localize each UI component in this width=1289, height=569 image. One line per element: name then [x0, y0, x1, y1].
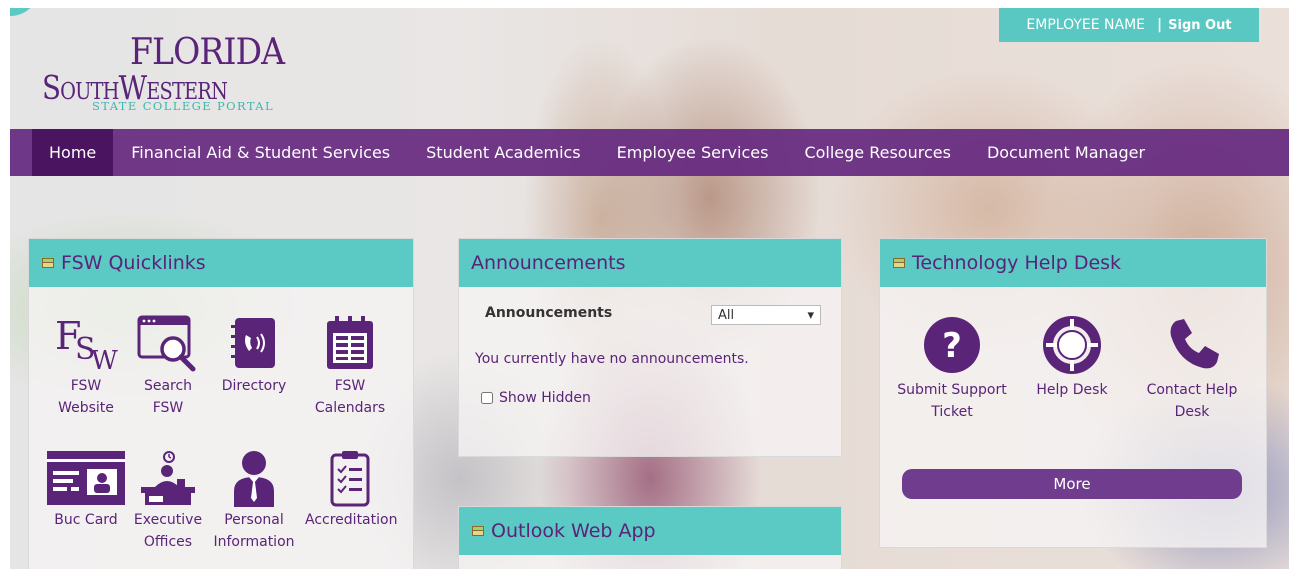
quicklinks-panel: FSW Quicklinks F S W FSW Website Search … [28, 238, 414, 569]
show-hidden-option[interactable]: Show Hidden [481, 390, 591, 406]
outlook-header: Outlook Web App [459, 507, 841, 555]
helpdesk-submit-ticket[interactable]: ? Submit Support Ticket [890, 315, 1014, 423]
helpdesk-title: Technology Help Desk [912, 252, 1122, 274]
helpdesk-header: Technology Help Desk [880, 239, 1266, 287]
quicklink-personal-information[interactable]: Personal Information [209, 449, 299, 553]
calendar-icon [327, 316, 373, 369]
helpdesk-help-desk[interactable]: Help Desk [1010, 315, 1134, 401]
user-bar: EMPLOYEE NAME | Sign Out [999, 8, 1259, 42]
clipboard-icon [330, 451, 370, 507]
phone-icon [1170, 319, 1219, 369]
quicklink-label: Offices [143, 534, 193, 550]
quicklink-fsw-calendars[interactable]: FSW Calendars [305, 313, 395, 419]
nav-item-college-resources[interactable]: College Resources [786, 129, 969, 176]
helpdesk-contact[interactable]: Contact Help Desk [1130, 315, 1254, 423]
main-nav: Home Financial Aid & Student Services St… [10, 129, 1289, 176]
more-button[interactable]: More [902, 469, 1242, 499]
svg-text:W: W [91, 346, 118, 373]
search-window-icon [137, 315, 196, 372]
quicklink-label: Calendars [314, 400, 386, 416]
announcements-title: Announcements [471, 252, 626, 274]
portlet-icon [893, 258, 905, 268]
quicklink-label: Personal [224, 512, 284, 528]
person-icon [234, 451, 274, 507]
lifebuoy-icon [1043, 316, 1101, 374]
outlook-title: Outlook Web App [491, 520, 656, 542]
announcements-label: Announcements [485, 305, 613, 321]
corner-decoration [10, 8, 40, 16]
quicklink-label: FSW [70, 378, 102, 394]
svg-text:?: ? [942, 326, 962, 366]
quicklink-label: FSW [334, 378, 366, 394]
show-hidden-label: Show Hidden [499, 390, 591, 406]
quicklink-label: Accreditation [305, 512, 398, 528]
quicklinks-title: FSW Quicklinks [61, 252, 206, 274]
quicklinks-header: FSW Quicklinks [29, 239, 413, 287]
helpdesk-item-label: Help Desk [1036, 382, 1108, 398]
quicklink-label: Website [58, 400, 114, 416]
show-hidden-checkbox[interactable] [481, 392, 493, 404]
portlet-icon [472, 526, 484, 536]
logo-line1: FLORIDA [130, 32, 285, 73]
announcements-empty-message: You currently have no announcements. [475, 351, 749, 367]
employee-name: EMPLOYEE NAME [1026, 17, 1146, 33]
user-bar-separator: | [1157, 17, 1163, 33]
fsw-logo-icon: F S W [55, 314, 118, 373]
sign-out-link[interactable]: Sign Out [1168, 18, 1231, 33]
nav-item-employee-services[interactable]: Employee Services [599, 129, 787, 176]
quicklink-buc-card[interactable]: Buc Card [41, 449, 131, 531]
logo-line3: STATE COLLEGE PORTAL [92, 99, 275, 113]
announcements-header: Announcements [459, 239, 841, 287]
helpdesk-panel: Technology Help Desk ? Submit Support Ti… [879, 238, 1267, 548]
quicklink-label: Directory [221, 378, 287, 394]
helpdesk-item-label: Ticket [931, 404, 973, 420]
outlook-panel: Outlook Web App [458, 506, 842, 569]
id-card-icon [47, 451, 125, 505]
quicklink-label: Executive [133, 512, 203, 528]
executive-desk-icon [141, 451, 195, 505]
nav-item-document-manager[interactable]: Document Manager [969, 129, 1163, 176]
quicklink-label: FSW [152, 400, 184, 416]
helpdesk-item-label: Contact Help [1146, 382, 1238, 398]
announcements-filter-value: All [718, 307, 735, 323]
portlet-icon [42, 258, 54, 268]
nav-item-student-academics[interactable]: Student Academics [408, 129, 599, 176]
quicklink-accreditation[interactable]: Accreditation [305, 449, 398, 531]
nav-item-financial-aid[interactable]: Financial Aid & Student Services [113, 129, 408, 176]
quicklink-label: Information [213, 534, 295, 550]
quicklink-search-fsw[interactable]: Search FSW [123, 313, 213, 419]
quicklink-executive-offices[interactable]: Executive Offices [123, 449, 213, 553]
quicklink-label: Buc Card [54, 512, 118, 528]
chevron-down-icon: ▾ [807, 307, 814, 323]
question-icon: ? [924, 317, 980, 373]
quicklink-directory[interactable]: Directory [209, 313, 299, 397]
nav-item-home[interactable]: Home [32, 129, 114, 176]
fsw-logo[interactable]: FLORIDA SouthWestern STATE COLLEGE PORTA… [42, 32, 322, 122]
announcements-filter-select[interactable]: All ▾ [711, 305, 821, 325]
portal-page: FLORIDA SouthWestern STATE COLLEGE PORTA… [10, 8, 1289, 569]
helpdesk-item-label: Desk [1174, 404, 1210, 420]
quicklink-fsw-website[interactable]: F S W FSW Website [41, 313, 131, 419]
helpdesk-item-label: Submit Support [897, 382, 1007, 398]
announcements-panel: Announcements Announcements All ▾ You cu… [458, 238, 842, 457]
phone-book-icon [231, 318, 275, 368]
quicklink-label: Search [143, 378, 193, 394]
